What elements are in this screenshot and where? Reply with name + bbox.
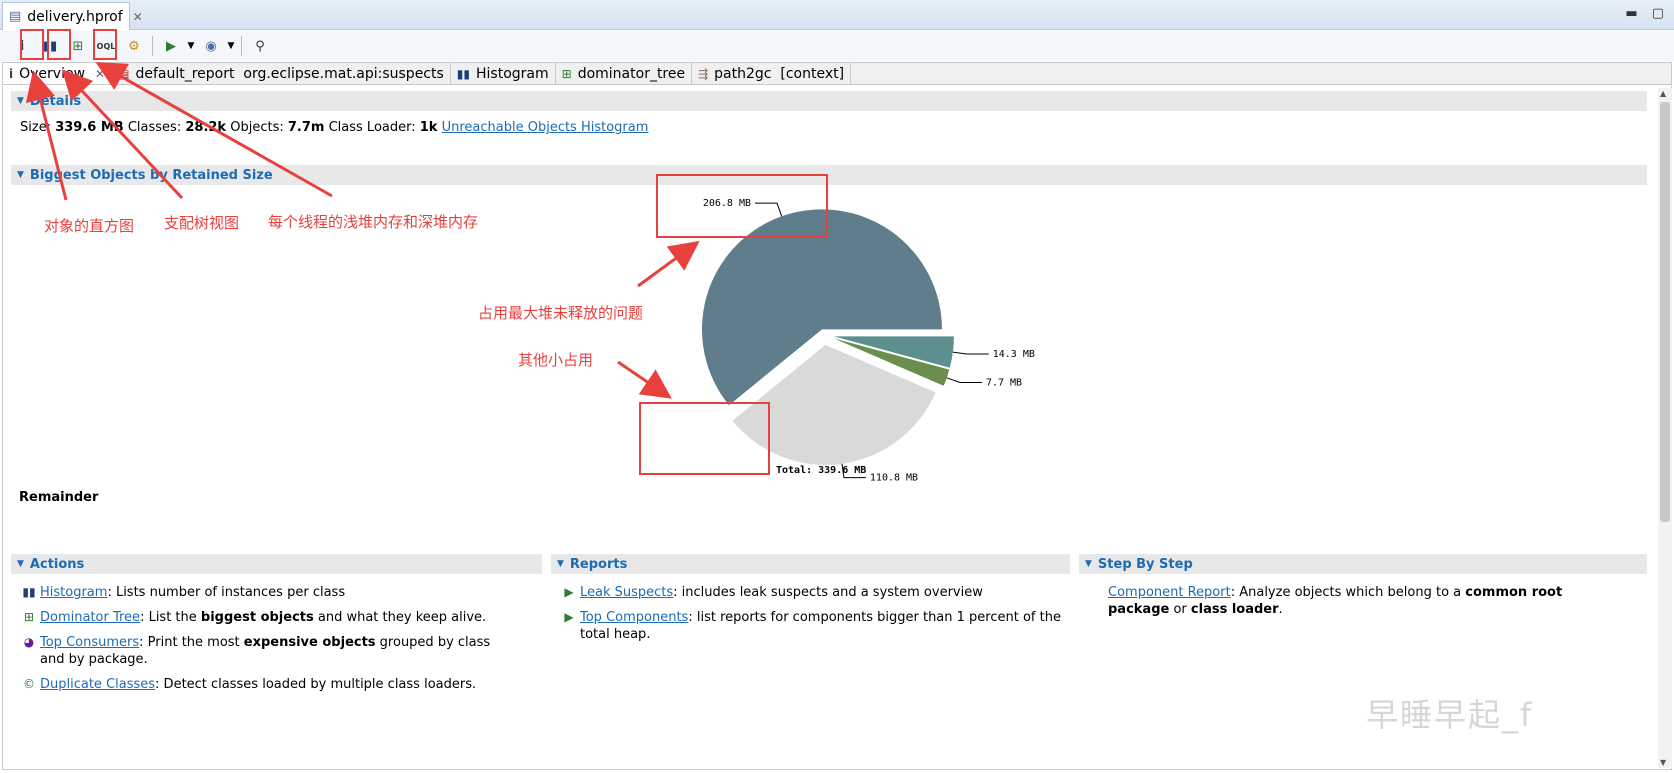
chevron-down-icon: ▼: [227, 41, 235, 51]
action-dominator-tree: ⊞ Dominator Tree: List the biggest objec…: [23, 610, 487, 625]
path-icon: ⇶: [698, 66, 709, 81]
pie-chart-icon: ◕: [23, 635, 35, 649]
annotation-box-threads: [93, 29, 117, 60]
dominator-tree-link[interactable]: Dominator Tree: [40, 610, 140, 625]
toolbar-separator: [241, 36, 242, 56]
collapse-triangle-icon: ▼: [557, 559, 564, 569]
section-title: Biggest Objects by Retained Size: [29, 167, 273, 183]
thread-overview-button[interactable]: ⚙: [120, 33, 148, 59]
minimize-icon[interactable]: ▬: [1625, 6, 1637, 21]
classes-value: 28.2k: [185, 120, 227, 135]
component-report-link[interactable]: Component Report: [1108, 585, 1231, 600]
report-icon: ▶: [166, 38, 176, 54]
tab-dominator-tree[interactable]: ⊞ dominator_tree: [556, 63, 693, 84]
tab-label: Overview: [19, 65, 86, 82]
close-icon[interactable]: ✕: [95, 67, 105, 81]
chevron-down-icon: ▼: [187, 41, 195, 51]
tab-overview[interactable]: i Overview ✕: [3, 63, 113, 84]
search-icon: ⚲: [255, 38, 265, 54]
collapse-triangle-icon: ▼: [17, 559, 24, 569]
editor-tab-strip: ▤ delivery.hprof ✕ ▬ ▢: [0, 0, 1674, 30]
histogram-link[interactable]: Histogram: [40, 585, 107, 600]
report-icon: ▶: [564, 585, 574, 599]
annotation-box-dominator: [47, 29, 71, 60]
tab-histogram[interactable]: ▮▮ Histogram: [451, 63, 556, 84]
classloader-value: 1k: [419, 120, 438, 135]
scroll-down-icon[interactable]: ▼: [1660, 758, 1666, 767]
scroll-up-icon[interactable]: ▲: [1660, 89, 1666, 98]
histogram-icon: ▮▮: [22, 585, 36, 599]
top-components-link[interactable]: Top Components: [580, 610, 688, 625]
watermark: 早睡早起_f: [1366, 696, 1534, 734]
database-icon: ▤: [9, 9, 22, 24]
annotation-largest: 占用最大堆未释放的问题: [478, 304, 644, 322]
query-browser-button[interactable]: ◉: [197, 33, 225, 59]
tree-icon: ⊞: [72, 38, 84, 54]
duplicate-classes-icon: ©: [23, 677, 35, 691]
action-top-consumers: ◕ Top Consumers: Print the most expensiv…: [23, 635, 491, 667]
scroll-thumb[interactable]: [1660, 102, 1670, 522]
section-title: Reports: [569, 556, 628, 572]
section-title: Details: [29, 93, 82, 109]
toolbar-separator: [152, 36, 153, 56]
tree-icon: ⊞: [561, 66, 572, 81]
reports-section-header[interactable]: ▼ Reports: [551, 554, 1070, 574]
search-button[interactable]: ⚲: [246, 33, 274, 59]
tab-label: default_report org.eclipse.mat.api:suspe…: [135, 65, 444, 82]
section-title: Actions: [29, 556, 85, 572]
report-icon: ▤: [118, 66, 130, 81]
size-value: 339.6 MB: [55, 120, 124, 135]
tab-label: path2gc [context]: [714, 65, 845, 82]
view-tab-strip: i Overview ✕ ▤ default_report org.eclips…: [2, 62, 1672, 85]
annotation-others: 其他小占用: [518, 351, 594, 369]
report-top-components: ▶ Top Components: list reports for compo…: [562, 609, 1062, 643]
report-leak-suspects: ▶ Leak Suspects: includes leak suspects …: [562, 584, 1062, 601]
query-dropdown[interactable]: ▼: [225, 33, 237, 59]
annotation-threads: 每个线程的浅堆内存和深堆内存: [268, 213, 479, 231]
tab-label: Histogram: [476, 65, 549, 82]
details-summary: Size: 339.6 MB Classes: 28.2k Objects: 7…: [20, 120, 649, 135]
mat-window: ▤ delivery.hprof ✕ ▬ ▢ i ▮▮ ⊞ OQL ⚙ ▶ ▼ …: [0, 0, 1674, 773]
step-component-report: Component Report: Analyze objects which …: [1108, 585, 1563, 617]
biggest-objects-section-header[interactable]: ▼ Biggest Objects by Retained Size: [11, 165, 1647, 185]
report-icon: ▶: [564, 610, 574, 624]
close-icon[interactable]: ✕: [133, 10, 143, 24]
objects-value: 7.7m: [287, 120, 325, 135]
action-duplicate-classes: © Duplicate Classes: Detect classes load…: [23, 677, 477, 692]
gear-icon: ⚙: [128, 38, 140, 54]
step-by-step-section-header[interactable]: ▼ Step By Step: [1079, 554, 1647, 574]
query-icon: ◉: [205, 38, 217, 54]
collapse-triangle-icon: ▼: [17, 170, 24, 180]
editor-tab-delivery[interactable]: ▤ delivery.hprof ✕: [2, 2, 143, 30]
run-report-button[interactable]: ▶: [157, 33, 185, 59]
actions-section-header[interactable]: ▼ Actions: [11, 554, 542, 574]
tab-label: dominator_tree: [577, 65, 686, 82]
tab-path2gc[interactable]: ⇶ path2gc [context]: [692, 63, 852, 84]
annotation-histogram: 对象的直方图: [44, 217, 135, 235]
maximize-icon[interactable]: ▢: [1652, 6, 1664, 21]
duplicate-classes-link[interactable]: Duplicate Classes: [40, 677, 155, 692]
unreachable-objects-link[interactable]: Unreachable Objects Histogram: [442, 120, 649, 135]
annotation-box-others: [639, 402, 770, 475]
report-dropdown[interactable]: ▼: [185, 33, 197, 59]
annotation-box-histogram: [20, 29, 44, 60]
leak-suspects-link[interactable]: Leak Suspects: [580, 585, 673, 600]
collapse-triangle-icon: ▼: [17, 96, 24, 106]
tree-icon: ⊞: [23, 610, 35, 624]
action-histogram: ▮▮ Histogram: Lists number of instances …: [22, 585, 346, 600]
top-consumers-link[interactable]: Top Consumers: [40, 635, 139, 650]
section-title: Step By Step: [1097, 556, 1193, 572]
editor-tab-title: delivery.hprof: [27, 8, 123, 25]
collapse-triangle-icon: ▼: [1085, 559, 1092, 569]
vertical-scrollbar[interactable]: ▲ ▼: [1658, 88, 1672, 768]
annotation-box-largest: [656, 174, 828, 238]
info-icon: i: [9, 66, 14, 81]
details-section-header[interactable]: ▼ Details: [11, 91, 1647, 111]
window-controls: ▬ ▢: [1625, 6, 1664, 21]
histogram-icon: ▮▮: [456, 66, 471, 81]
tab-default-report[interactable]: ▤ default_report org.eclipse.mat.api:sus…: [112, 63, 451, 84]
toolbar: i ▮▮ ⊞ OQL ⚙ ▶ ▼ ◉ ▼ ⚲: [0, 31, 1674, 61]
remainder-label: Remainder: [19, 490, 99, 505]
annotation-dominator: 支配树视图: [164, 214, 240, 232]
